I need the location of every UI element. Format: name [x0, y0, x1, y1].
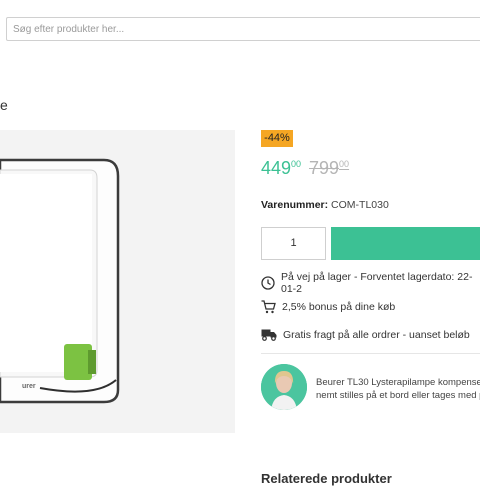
current-price-main: 449 — [261, 158, 292, 178]
stock-status-text: På vej på lager - Forventet lagerdato: 2… — [281, 271, 473, 295]
current-price: 44900 — [261, 158, 301, 179]
search-input[interactable] — [7, 18, 480, 40]
avatar — [261, 364, 307, 410]
product-description: Beurer TL30 Lysterapilampe kompenserer n… — [316, 376, 480, 402]
product-title: e — [0, 97, 8, 113]
related-products-heading: Relaterede produkter — [261, 471, 392, 486]
description-line-1: Beurer TL30 Lysterapilampe kompenserer — [316, 377, 480, 388]
search-bar[interactable] — [6, 17, 480, 41]
old-price: 79900 — [309, 158, 349, 179]
old-price-cents: 00 — [339, 159, 350, 169]
sku-value: COM-TL030 — [331, 199, 389, 211]
shipping-row: Gratis fragt på alle ordrer - uanset bel… — [261, 328, 470, 341]
shipping-text: Gratis fragt på alle ordrer - uanset bel… — [283, 328, 470, 341]
bonus-text: 2,5% bonus på dine køb — [282, 301, 396, 313]
clock-icon — [261, 276, 275, 290]
divider — [261, 353, 480, 354]
lamp-brand-text: urer — [22, 383, 36, 390]
person-icon — [261, 364, 307, 410]
discount-badge: -44% — [261, 130, 293, 147]
product-image[interactable]: urer — [0, 130, 235, 433]
stock-status-row: På vej på lager - Forventet lagerdato: 2… — [261, 271, 480, 295]
quantity-input[interactable]: 1 — [261, 227, 326, 260]
add-to-cart-button[interactable] — [331, 227, 480, 260]
current-price-cents: 00 — [291, 159, 302, 169]
sku: Varenummer: COM-TL030 — [261, 199, 389, 211]
old-price-main: 799 — [309, 158, 340, 178]
sku-label: Varenummer: — [261, 199, 329, 211]
cart-icon — [261, 300, 276, 314]
truck-icon — [261, 329, 277, 341]
bonus-row: 2,5% bonus på dine køb — [261, 300, 395, 314]
description-line-2: nemt stilles på et bord eller tages med … — [316, 390, 480, 401]
